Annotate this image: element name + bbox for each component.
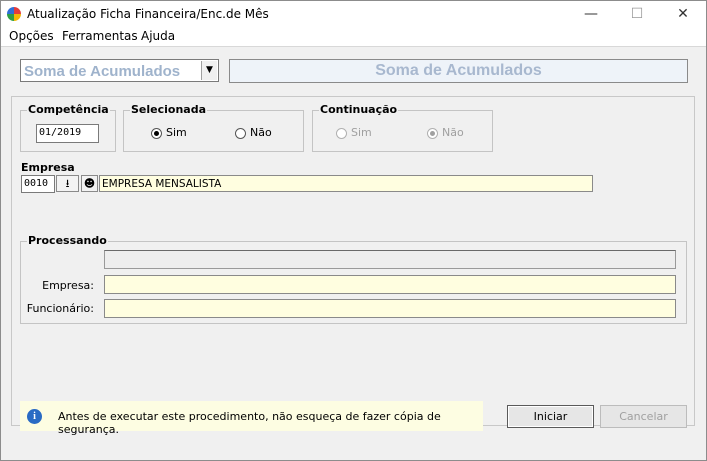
continuacao-nao-radio[interactable]: Não: [427, 126, 464, 139]
radio-checked-icon: [427, 127, 438, 139]
radio-unchecked-icon: [336, 127, 347, 139]
app-icon: [7, 7, 21, 21]
selecionada-title: Selecionada: [130, 103, 208, 116]
radio-checked-icon: [151, 127, 162, 139]
selecionada-sim-radio[interactable]: Sim: [151, 126, 187, 139]
search-user-icon[interactable]: ☻: [81, 175, 98, 192]
processando-empresa-field: [104, 275, 676, 294]
menu-separator: [1, 46, 706, 47]
minimize-button[interactable]: —: [568, 1, 614, 28]
title-bar: Atualização Ficha Financeira/Enc.de Mês …: [1, 1, 706, 28]
info-icon: i: [27, 409, 42, 424]
continuacao-sim-label: Sim: [351, 126, 372, 139]
menu-bar: Opções Ferramentas Ajuda: [1, 28, 706, 46]
main-window: Atualização Ficha Financeira/Enc.de Mês …: [0, 0, 707, 461]
maximize-button[interactable]: ☐: [614, 1, 660, 28]
empresa-code-input[interactable]: 0010: [21, 175, 55, 193]
procedure-select[interactable]: Soma de Acumulados ▼: [20, 59, 219, 82]
radio-unchecked-icon: [235, 127, 246, 139]
iniciar-button[interactable]: Iniciar: [507, 405, 594, 428]
iniciar-label: Iniciar: [533, 410, 568, 423]
processando-empresa-label: Empresa:: [42, 279, 94, 292]
empresa-label: Empresa: [21, 161, 75, 174]
empresa-name-field[interactable]: EMPRESA MENSALISTA: [99, 175, 593, 192]
continuacao-title: Continuação: [319, 103, 399, 116]
processando-funcionario-label: Funcionário:: [26, 302, 94, 315]
competencia-input[interactable]: 01/2019: [36, 124, 99, 143]
selecionada-nao-radio[interactable]: Não: [235, 126, 272, 139]
chevron-down-icon[interactable]: ▼: [201, 61, 217, 80]
menu-ajuda[interactable]: Ajuda: [141, 29, 175, 43]
processando-funcionario-field: [104, 299, 676, 318]
info-text: Antes de executar este procedimento, não…: [58, 410, 441, 436]
processando-title: Processando: [27, 234, 108, 247]
close-button[interactable]: ✕: [660, 1, 706, 28]
continuacao-sim-radio[interactable]: Sim: [336, 126, 372, 139]
progress-bar: [104, 250, 676, 269]
window-title: Atualização Ficha Financeira/Enc.de Mês: [27, 7, 269, 21]
info-bar: i Antes de executar este procedimento, n…: [20, 401, 483, 436]
selecionada-nao-label: Não: [250, 126, 272, 139]
competencia-title: Competência: [27, 103, 110, 116]
continuacao-nao-label: Não: [442, 126, 464, 139]
procedure-select-value: Soma de Acumulados: [24, 63, 181, 80]
menu-ferramentas[interactable]: Ferramentas: [62, 29, 138, 43]
procedure-banner: Soma de Acumulados: [229, 59, 688, 83]
cancelar-label: Cancelar: [619, 410, 668, 423]
selecionada-sim-label: Sim: [166, 126, 187, 139]
cancelar-button[interactable]: Cancelar: [600, 405, 687, 428]
menu-opcoes[interactable]: Opções: [9, 29, 54, 43]
download-icon[interactable]: ⭳: [56, 175, 79, 192]
